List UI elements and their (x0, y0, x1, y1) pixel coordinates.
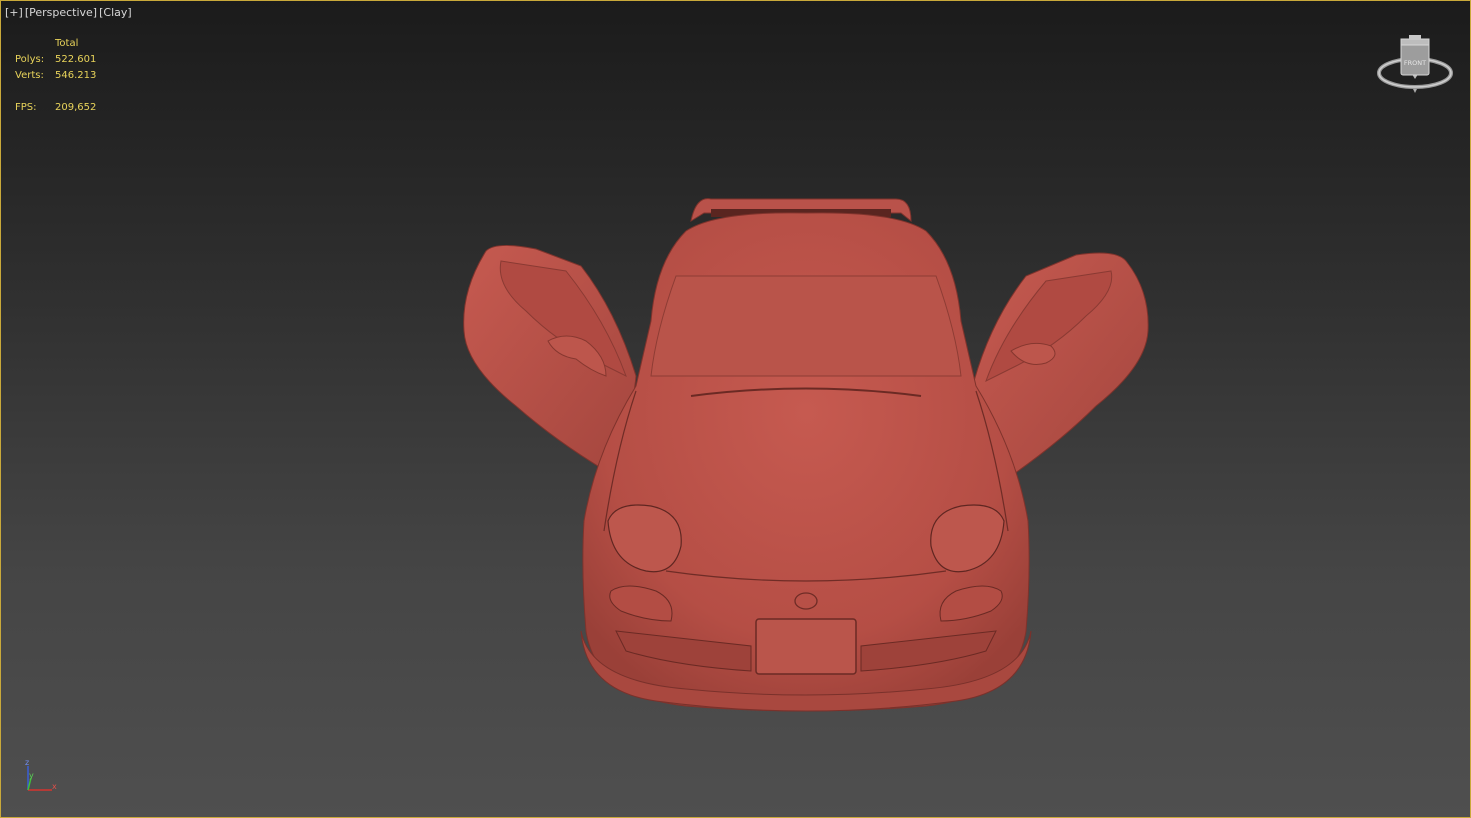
viewcube-icon[interactable]: FRONT (1375, 35, 1455, 97)
axis-x-label: x (52, 782, 57, 791)
viewport-plus-menu[interactable]: [+] (5, 6, 23, 19)
axis-z-label: z (25, 758, 29, 767)
stats-header: Total (55, 38, 79, 49)
stats-verts-row: Verts: 546.213 (15, 68, 96, 84)
fps-value: 209,652 (55, 102, 97, 113)
polys-label: Polys: (15, 54, 45, 65)
car-model-icon[interactable] (456, 191, 1156, 721)
stats-fps-row: FPS: 209,652 (15, 100, 96, 116)
stats-polys-row: Polys: 522.601 (15, 52, 96, 68)
perspective-viewport[interactable]: [+] [Perspective] [Clay] Total Polys: 52… (0, 0, 1471, 818)
verts-label: Verts: (15, 70, 44, 81)
axis-y-label: y (29, 771, 34, 780)
fps-label: FPS: (15, 102, 37, 113)
verts-value: 546.213 (55, 70, 97, 81)
viewcube-face-label: FRONT (1404, 59, 1426, 67)
polys-value: 522.601 (55, 54, 97, 65)
statistics-overlay: Total Polys: 522.601 Verts: 546.213 FPS:… (15, 36, 96, 116)
viewport-shading-menu[interactable]: [Clay] (99, 6, 132, 19)
viewport-label-menu: [+] [Perspective] [Clay] (5, 6, 132, 19)
viewport-point-of-view-menu[interactable]: [Perspective] (25, 6, 97, 19)
axis-tripod-icon: z y x (25, 758, 57, 791)
